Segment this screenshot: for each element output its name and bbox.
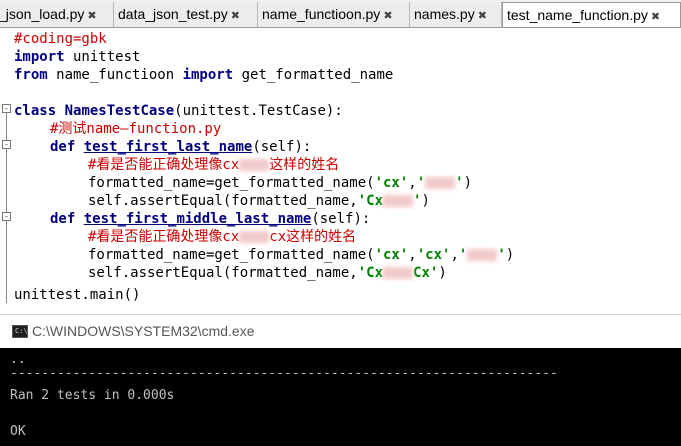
close-icon[interactable]: ✖	[478, 10, 487, 22]
tab-label: names.py	[414, 6, 475, 22]
tab-names[interactable]: names.py ✖	[410, 2, 502, 27]
code-keyword: class	[14, 103, 57, 119]
close-icon[interactable]: ✖	[87, 10, 96, 22]
console-output[interactable]: .. -------------------------------------…	[0, 348, 681, 446]
code-string: Cx'	[413, 265, 439, 281]
code-string: '	[458, 247, 468, 263]
fold-toggle-icon[interactable]: -	[2, 212, 11, 221]
tab-test-name-function[interactable]: test_name_function.py ✖	[502, 2, 681, 27]
code-comment: 这样的姓名	[269, 157, 340, 173]
code-text: (self):	[252, 139, 312, 155]
tab-data-json-test[interactable]: data_json_test.py ✖	[114, 2, 258, 27]
code-text: self.assertEqual(formatted_name,	[88, 265, 358, 281]
code-text: (self):	[311, 211, 371, 227]
fold-toggle-icon[interactable]: -	[2, 140, 11, 149]
code-text: unittest	[64, 49, 141, 65]
code-keyword: from	[14, 67, 48, 83]
redacted-mark	[467, 249, 498, 261]
code-line: def test_first_middle_last_name(self):	[50, 210, 370, 228]
code-text: name_functioon	[47, 67, 183, 83]
redacted-mark	[239, 231, 270, 243]
close-icon[interactable]: ✖	[383, 10, 392, 22]
code-text: self.assertEqual(formatted_name,	[88, 193, 358, 209]
redacted-mark	[425, 177, 456, 189]
code-line: #coding=gbk	[14, 30, 107, 48]
code-text: ,	[408, 175, 417, 191]
redacted-mark	[239, 159, 270, 171]
code-line: unittest.main()	[14, 286, 140, 304]
code-text: get_formatted_name	[233, 67, 394, 83]
tab-label: _json_load.py	[0, 6, 85, 22]
code-line: #看是否能正确处理像cx cx这样的姓名	[88, 228, 356, 246]
redacted-mark	[383, 195, 414, 207]
code-editor[interactable]: - - - #coding=gbk import unittest from n…	[0, 28, 681, 310]
code-comment: cx这样的姓名	[269, 229, 357, 245]
code-text: (unittest.TestCase):	[174, 103, 343, 119]
code-keyword: import	[182, 67, 234, 83]
terminal-icon: C:\	[12, 325, 28, 338]
code-string: '	[416, 175, 426, 191]
code-string: 'Cx	[357, 265, 384, 281]
console-line: OK	[10, 424, 26, 439]
code-line: self.assertEqual(formatted_name,'Cx ')	[88, 192, 430, 210]
code-line: #看是否能正确处理像cx 这样的姓名	[88, 156, 339, 174]
code-line: formatted_name=get_formatted_name('cx','…	[88, 174, 472, 192]
tab-json-load[interactable]: _json_load.py ✖	[0, 2, 114, 27]
code-text: )	[505, 247, 515, 263]
code-string: 'cx'	[374, 175, 409, 191]
console-line: ----------------------------------------…	[10, 366, 558, 381]
code-line: self.assertEqual(formatted_name,'Cx Cx')	[88, 264, 447, 282]
code-line: #测试name—function.py	[50, 120, 221, 138]
code-keyword: def	[50, 211, 76, 227]
console-title: C:\WINDOWS\SYSTEM32\cmd.exe	[32, 323, 255, 339]
terminal-icon-text: C:\	[15, 327, 28, 335]
close-icon[interactable]: ✖	[651, 11, 660, 23]
code-string: 'cx'	[374, 247, 409, 263]
code-text: ,	[450, 247, 459, 263]
code-string: 'cx'	[416, 247, 451, 263]
code-string: '	[455, 175, 464, 191]
code-line: formatted_name=get_formatted_name('cx','…	[88, 246, 514, 264]
code-string: 'Cx	[357, 193, 384, 209]
code-keyword: def	[50, 139, 76, 155]
tab-label: test_name_function.py	[507, 7, 648, 23]
code-comment: #测试name—function.py	[50, 121, 222, 137]
code-line: def test_first_last_name(self):	[50, 138, 311, 156]
tab-name-functioon[interactable]: name_functioon.py ✖	[258, 2, 410, 27]
code-comment: #看是否能正确处理像cx	[88, 229, 240, 245]
console-title-bar[interactable]: C:\ C:\WINDOWS\SYSTEM32\cmd.exe	[0, 314, 681, 349]
editor-tab-bar: _json_load.py ✖ data_json_test.py ✖ name_f…	[0, 0, 681, 28]
tab-label: data_json_test.py	[118, 6, 228, 22]
code-text: )	[438, 265, 447, 281]
code-text: unittest.main()	[14, 287, 141, 303]
code-text: ,	[408, 247, 417, 263]
code-line: import unittest	[14, 48, 140, 66]
code-text: )	[421, 193, 430, 209]
tab-label: name_functioon.py	[262, 6, 381, 22]
code-text: formatted_name=get_formatted_name(	[88, 175, 375, 191]
code-keyword: import	[14, 49, 65, 65]
code-text: formatted_name=get_formatted_name(	[88, 247, 375, 263]
function-name: test_first_middle_last_name	[83, 211, 312, 227]
function-name: test_first_last_name	[83, 139, 253, 155]
close-icon[interactable]: ✖	[231, 10, 240, 22]
console-line: Ran 2 tests in 0.000s	[10, 388, 175, 403]
code-text: )	[463, 175, 473, 191]
code-string: '	[497, 247, 506, 263]
class-name: NamesTestCase	[64, 103, 175, 119]
code-comment: #看是否能正确处理像cx	[88, 157, 240, 173]
redacted-mark	[383, 267, 414, 279]
code-line: class NamesTestCase(unittest.TestCase):	[14, 102, 343, 120]
code-line: from name_functioon import get_formatted…	[14, 66, 393, 84]
code-comment: #coding=gbk	[14, 31, 107, 47]
fold-toggle-icon[interactable]: -	[2, 104, 11, 113]
